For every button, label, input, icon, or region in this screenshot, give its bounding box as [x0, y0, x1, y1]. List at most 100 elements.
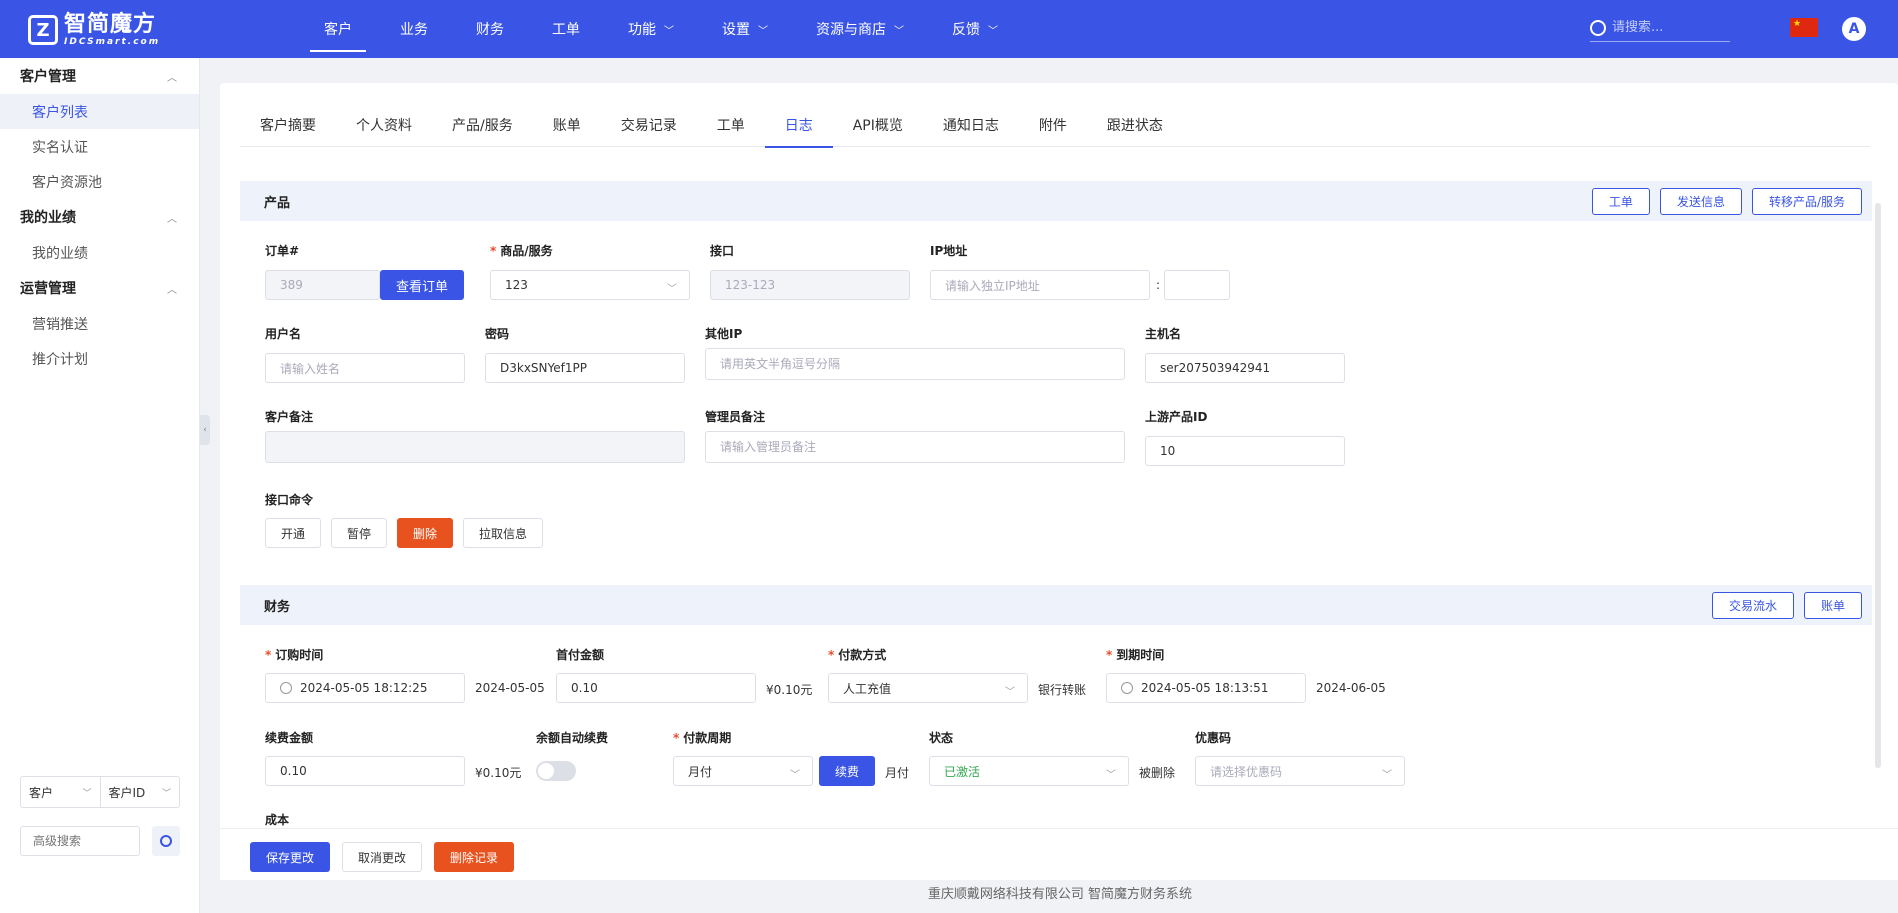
first-payment-amount: ¥0.10元 — [766, 683, 813, 697]
payment-method-text: 银行转账 — [1038, 683, 1087, 697]
chevron-down-icon: ﹀ — [161, 788, 171, 799]
main-nav: 客户 业务 财务 工单 功能 ﹀ 设置 ﹀ 资源与商店 ﹀ 反馈 ﹀ — [300, 0, 1022, 58]
save-changes-button[interactable]: 保存更改 — [250, 842, 330, 872]
hostname-input[interactable]: ser207503942941 — [1145, 353, 1345, 383]
advanced-search-input[interactable] — [20, 826, 140, 856]
main-panel: 客户摘要 个人资料 产品/服务 账单 交易记录 工单 日志 API概览 通知日志… — [220, 83, 1898, 880]
logo-icon: Z — [28, 15, 58, 45]
clock-icon — [280, 682, 292, 694]
sidebar-item-referral[interactable]: 推介计划 — [0, 341, 199, 376]
status-select[interactable]: 已激活 ﹀ — [929, 756, 1129, 786]
ip-colon: : — [1156, 278, 1161, 292]
nav-resources-store[interactable]: 资源与商店 ﹀ — [792, 0, 928, 58]
auto-renew-label: 余额自动续费 — [536, 731, 609, 745]
order-time-picker[interactable]: 2024-05-05 18:12:25 — [265, 673, 465, 703]
ticket-button[interactable]: 工单 — [1591, 187, 1650, 215]
sidebar-group-operations[interactable]: 运营管理 ︿ — [0, 270, 199, 306]
sidebar-item-customer-list[interactable]: 客户列表 — [0, 94, 199, 129]
first-payment-label: 首付金额 — [556, 648, 605, 662]
chevron-left-icon: ‹ — [203, 425, 207, 435]
chevron-down-icon: ﹀ — [790, 770, 800, 781]
admin-note-textarea[interactable]: 请输入管理员备注 — [705, 431, 1125, 463]
port-input[interactable] — [1164, 270, 1230, 300]
upstream-id-input[interactable]: 10 — [1145, 436, 1345, 466]
billing-cycle-select[interactable]: 月付 ﹀ — [673, 756, 813, 786]
tab-notification-logs[interactable]: 通知日志 — [923, 103, 1019, 147]
renew-amount-label: 续费金额 — [265, 731, 314, 745]
client-note-textarea — [265, 431, 685, 463]
tab-api-overview[interactable]: API概览 — [833, 103, 923, 147]
tab-summary[interactable]: 客户摘要 — [240, 103, 336, 147]
sidebar: 客户管理 ︿ 客户列表 实名认证 客户资源池 我的业绩 ︿ 我的业绩 运营管理 ︿ 营… — [0, 58, 200, 913]
coupon-select[interactable]: 请选择优惠码 ﹀ — [1195, 756, 1405, 786]
other-ip-label: 其他IP — [705, 327, 743, 341]
nav-customers[interactable]: 客户 — [300, 0, 376, 58]
sidebar-item-customer-pool[interactable]: 客户资源池 — [0, 164, 199, 199]
nav-settings[interactable]: 设置 ﹀ — [698, 0, 792, 58]
sidebar-item-marketing-push[interactable]: 营销推送 — [0, 306, 199, 341]
cancel-changes-button[interactable]: 取消更改 — [342, 842, 422, 872]
sidebar-group-customer-mgmt[interactable]: 客户管理 ︿ — [0, 58, 199, 94]
chevron-up-icon: ︿ — [167, 213, 177, 225]
expire-time-picker[interactable]: 2024-05-05 18:13:51 — [1106, 673, 1306, 703]
chevron-down-icon: ﹀ — [667, 284, 677, 295]
sidebar-item-my-performance[interactable]: 我的业绩 — [0, 235, 199, 270]
sidebar-collapse-toggle[interactable]: ‹ — [200, 415, 210, 445]
delete-record-button[interactable]: 删除记录 — [434, 842, 514, 872]
password-input[interactable]: D3kxSNYef1PP — [485, 353, 685, 383]
avatar[interactable]: A — [1842, 17, 1866, 41]
sidebar-item-realname[interactable]: 实名认证 — [0, 129, 199, 164]
view-order-button[interactable]: 查看订单 — [380, 270, 464, 300]
order-number-input: 389 — [265, 270, 380, 300]
renew-amount-text: ¥0.10元 — [475, 766, 522, 780]
sidebar-group-performance[interactable]: 我的业绩 ︿ — [0, 199, 199, 235]
renew-button[interactable]: 续费 — [819, 756, 875, 786]
renew-amount-input[interactable]: 0.10 — [265, 756, 465, 786]
tab-tickets[interactable]: 工单 — [697, 103, 765, 147]
tab-followup[interactable]: 跟进状态 — [1087, 103, 1183, 147]
pull-info-button[interactable]: 拉取信息 — [463, 518, 543, 548]
expire-time-label: * 到期时间 — [1106, 648, 1165, 662]
send-message-button[interactable]: 发送信息 — [1659, 187, 1742, 215]
other-ip-textarea[interactable]: 请用英文半角逗号分隔 — [705, 348, 1125, 380]
payment-method-select[interactable]: 人工充值 ﹀ — [828, 673, 1028, 703]
auto-renew-toggle[interactable] — [536, 761, 576, 781]
order-time-label: * 订购时间 — [265, 648, 324, 662]
search-button[interactable] — [152, 826, 180, 856]
tab-logs[interactable]: 日志 — [764, 103, 833, 148]
transfer-product-button[interactable]: 转移产品/服务 — [1751, 187, 1862, 215]
transaction-flow-button[interactable]: 交易流水 — [1711, 591, 1794, 619]
ip-input[interactable]: 请输入独立IP地址 — [930, 270, 1150, 300]
status-label: 状态 — [929, 731, 954, 745]
tab-attachments[interactable]: 附件 — [1019, 103, 1087, 147]
first-payment-input[interactable]: 0.10 — [556, 673, 756, 703]
tab-bills[interactable]: 账单 — [533, 103, 601, 147]
suspend-button[interactable]: 暂停 — [331, 518, 387, 548]
activate-button[interactable]: 开通 — [265, 518, 321, 548]
nav-tickets[interactable]: 工单 — [528, 0, 604, 58]
brand-domain: IDCSmart.com — [64, 36, 161, 47]
nav-feedback[interactable]: 反馈 ﹀ — [928, 0, 1022, 58]
bill-button[interactable]: 账单 — [1803, 591, 1862, 619]
goods-select[interactable]: 123 ﹀ — [490, 270, 690, 300]
nav-business[interactable]: 业务 — [376, 0, 452, 58]
filter-field-select[interactable]: 客户ID ﹀ — [99, 777, 180, 807]
hostname-label: 主机名 — [1145, 327, 1182, 341]
nav-finance[interactable]: 财务 — [452, 0, 528, 58]
china-flag-icon[interactable]: ★ — [1790, 18, 1818, 37]
brand-logo[interactable]: Z 智简魔方 IDCSmart.com — [28, 12, 160, 48]
delete-command-button[interactable]: 删除 — [397, 518, 453, 548]
tab-profile[interactable]: 个人资料 — [336, 103, 432, 147]
search-icon[interactable] — [1590, 19, 1606, 36]
top-search-input[interactable] — [1612, 20, 1722, 35]
scrollbar[interactable] — [1875, 203, 1881, 768]
username-input[interactable]: 请输入姓名 — [265, 353, 465, 383]
section-title: 产品 — [264, 195, 291, 211]
order-date-text: 2024-05-05 — [475, 681, 545, 695]
chevron-down-icon: ﹀ — [988, 25, 998, 37]
filter-type-select[interactable]: 客户 ﹀ — [21, 777, 100, 807]
tab-transactions[interactable]: 交易记录 — [601, 103, 697, 147]
tab-products[interactable]: 产品/服务 — [432, 103, 533, 147]
nav-features[interactable]: 功能 ﹀ — [604, 0, 698, 58]
billing-cycle-label: * 付款周期 — [673, 731, 732, 745]
